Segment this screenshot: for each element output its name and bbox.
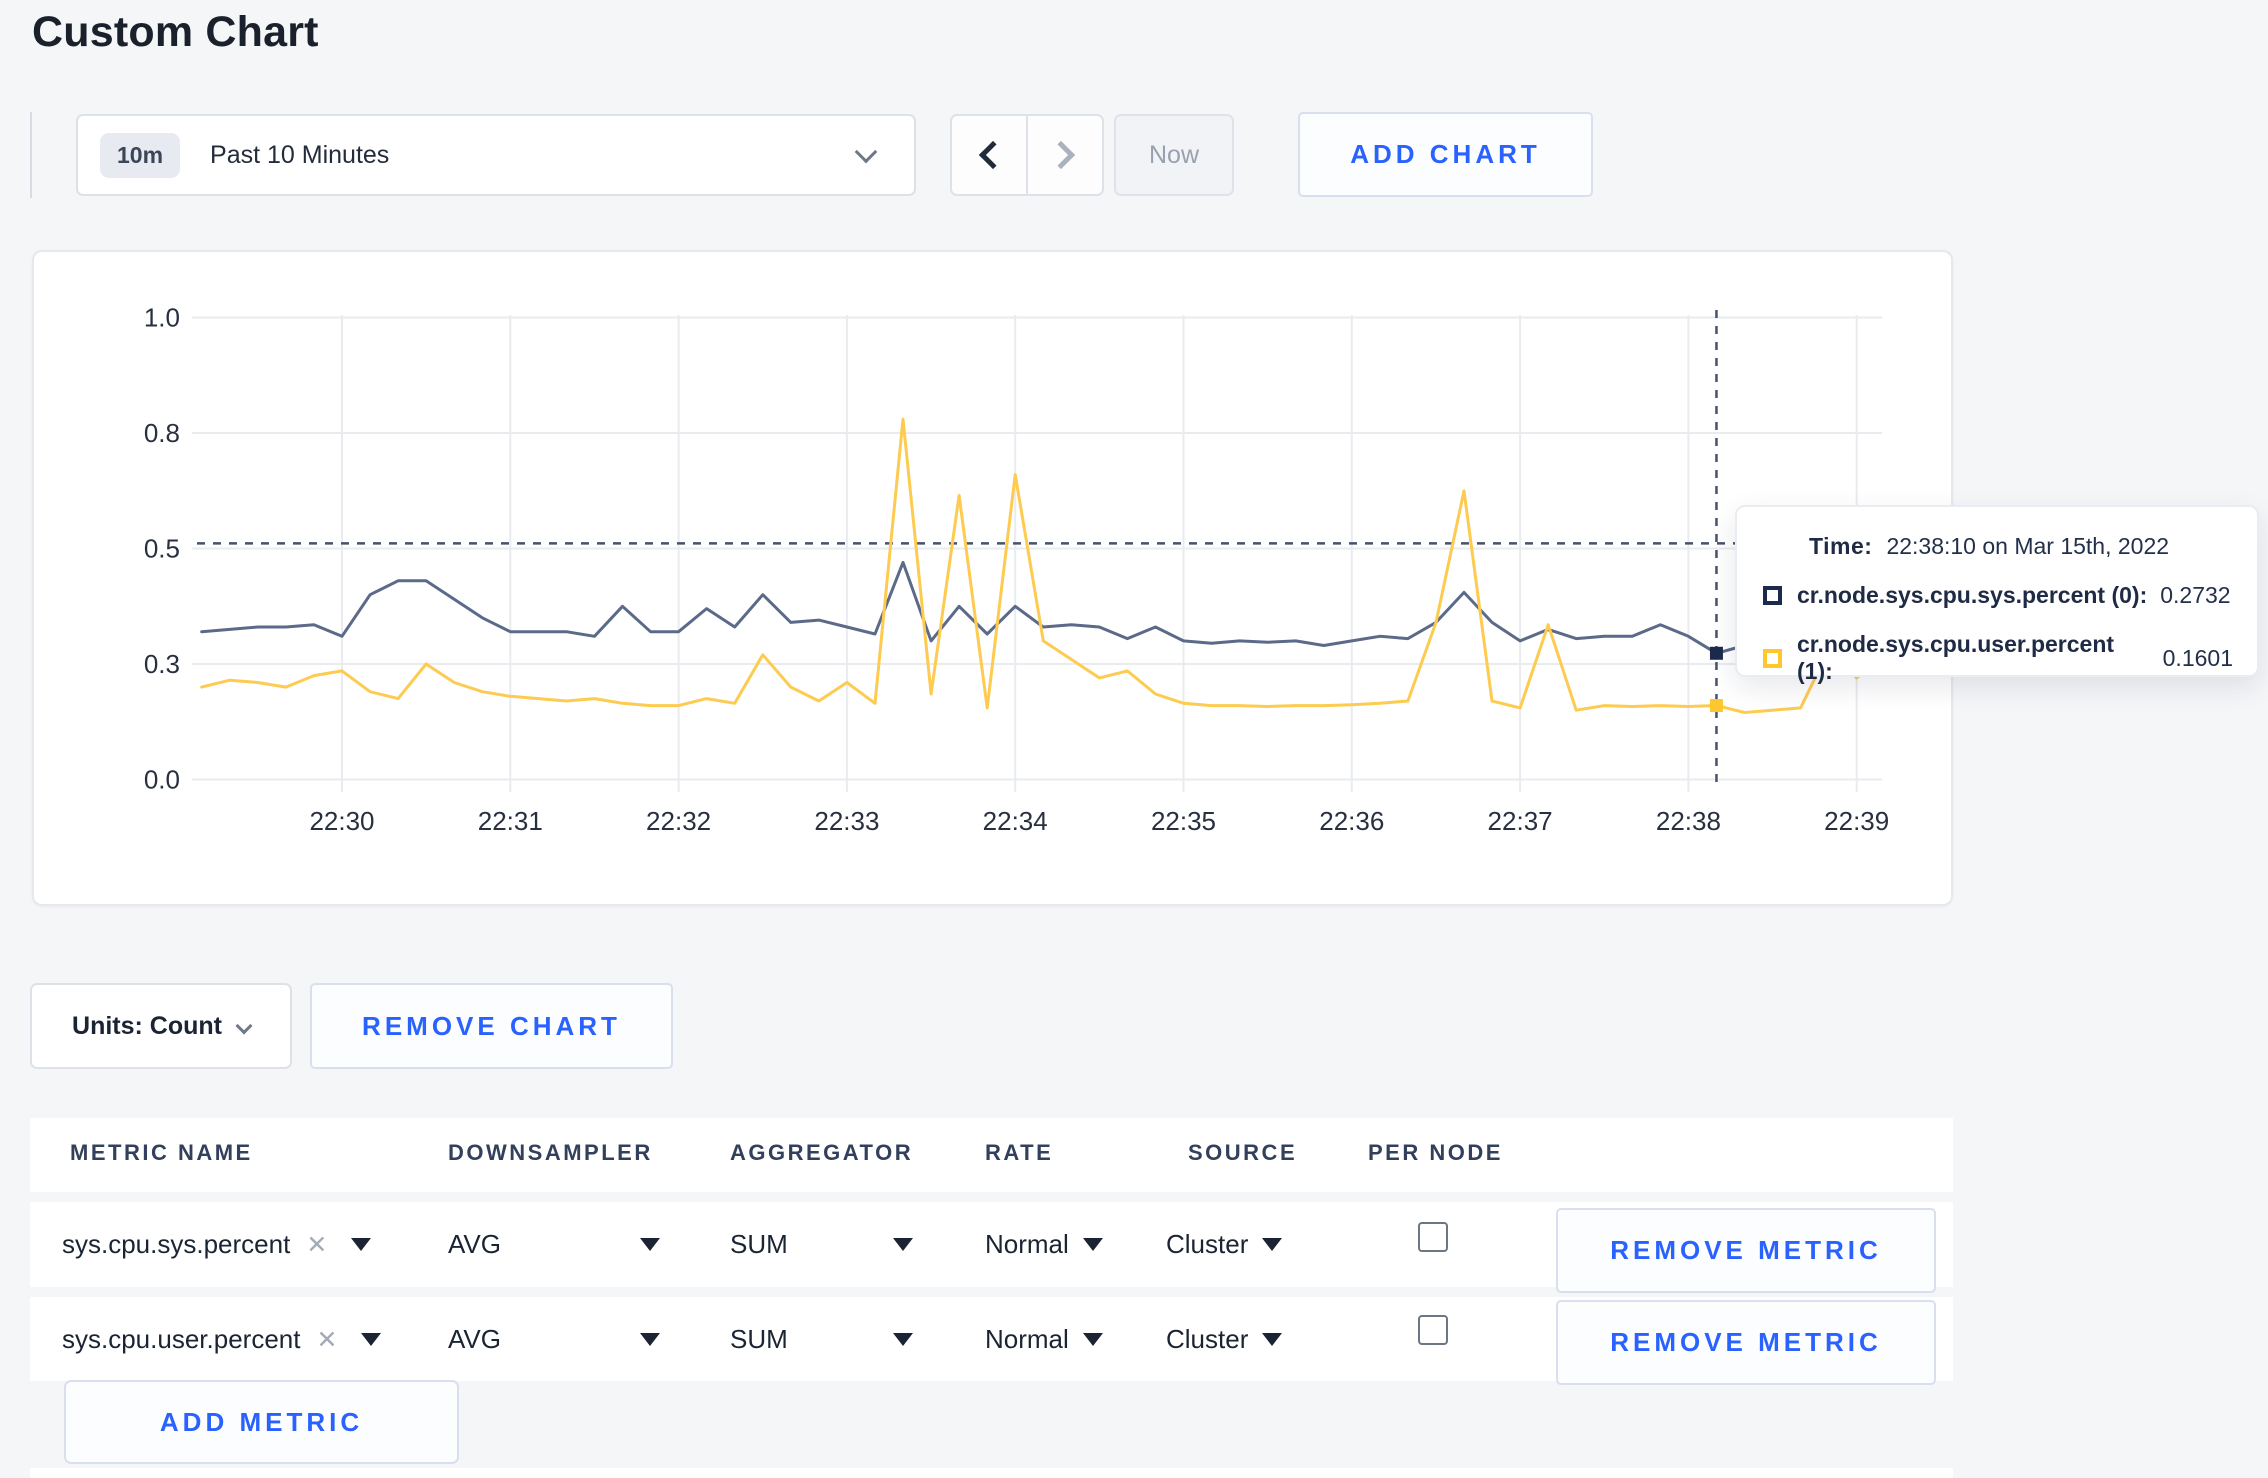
aggregator-value: SUM — [730, 1324, 788, 1354]
next-time-button[interactable] — [1026, 116, 1102, 194]
source-select[interactable]: Cluster — [1166, 1297, 1283, 1382]
source-value: Cluster — [1166, 1324, 1249, 1354]
source-value: Cluster — [1166, 1229, 1249, 1259]
metric-name-value: sys.cpu.user.percent — [62, 1324, 301, 1354]
rate-value: Normal — [985, 1229, 1069, 1259]
clear-metric-icon[interactable]: ✕ — [316, 1325, 337, 1355]
svg-text:0.8: 0.8 — [144, 418, 180, 448]
dropdown-arrow-icon — [1082, 1333, 1103, 1346]
chevron-down-icon — [854, 140, 878, 164]
remove-chart-button[interactable]: REMOVE CHART — [310, 983, 673, 1069]
dropdown-arrow-icon — [893, 1238, 913, 1251]
metric-name-value: sys.cpu.sys.percent — [62, 1229, 291, 1259]
tooltip-series-value: 0.1601 — [2162, 644, 2233, 671]
header-aggregator: AGGREGATOR — [730, 1140, 914, 1165]
sys-percent-swatch-icon — [1763, 586, 1782, 605]
rate-value: Normal — [985, 1324, 1069, 1354]
tooltip-series-value: 0.2732 — [2160, 582, 2231, 608]
chart-tooltip: Time: 22:38:10 on Mar 15th, 2022 cr.node… — [1735, 505, 2259, 684]
svg-text:22:36: 22:36 — [1319, 806, 1384, 836]
downsampler-value: AVG — [448, 1229, 501, 1259]
user-percent-swatch-icon — [1763, 648, 1782, 668]
tooltip-series-label: cr.node.sys.cpu.sys.percent (0): — [1797, 582, 2148, 608]
clear-metric-icon[interactable]: ✕ — [306, 1230, 327, 1260]
per-node-checkbox[interactable] — [1418, 1315, 1448, 1345]
page-title: Custom Chart — [32, 8, 319, 56]
dropdown-arrow-icon[interactable] — [351, 1238, 372, 1251]
metrics-line-chart[interactable]: 0.0 0.3 0.5 0.8 1.0 22:30 22:31 22:32 22:33 22:34… — [34, 252, 1951, 904]
per-node-checkbox[interactable] — [1418, 1222, 1448, 1252]
svg-text:22:37: 22:37 — [1488, 806, 1553, 836]
aggregator-select[interactable]: SUM — [730, 1297, 913, 1382]
svg-text:0.5: 0.5 — [144, 534, 180, 564]
downsampler-select[interactable]: AVG — [448, 1202, 660, 1287]
time-nav-group — [950, 114, 1104, 196]
remove-metric-button[interactable]: REMOVE METRIC — [1556, 1208, 1936, 1293]
chevron-left-icon — [978, 140, 1008, 170]
svg-text:1.0: 1.0 — [144, 303, 180, 333]
bottom-panel-edge — [30, 1468, 1953, 1478]
tooltip-series-row: cr.node.sys.cpu.user.percent (1): 0.1601 — [1763, 631, 2233, 685]
chevron-down-icon — [235, 1017, 253, 1035]
dropdown-arrow-icon — [893, 1333, 913, 1346]
header-downsampler: DOWNSAMPLER — [448, 1140, 653, 1165]
remove-metric-button[interactable]: REMOVE METRIC — [1556, 1300, 1936, 1385]
svg-text:0.3: 0.3 — [144, 649, 180, 679]
add-metric-button[interactable]: ADD METRIC — [64, 1380, 459, 1464]
svg-text:22:34: 22:34 — [983, 806, 1048, 836]
tooltip-series-label: cr.node.sys.cpu.user.percent (1): — [1797, 631, 2115, 684]
rate-select[interactable]: Normal — [985, 1202, 1103, 1287]
metric-name-select[interactable]: sys.cpu.user.percent ✕ — [62, 1297, 382, 1382]
dropdown-arrow-icon — [640, 1333, 660, 1346]
dropdown-arrow-icon — [1082, 1238, 1103, 1251]
svg-text:22:39: 22:39 — [1824, 806, 1889, 836]
svg-text:22:30: 22:30 — [309, 806, 374, 836]
svg-text:22:32: 22:32 — [646, 806, 711, 836]
tooltip-time-value: 22:38:10 on Mar 15th, 2022 — [1886, 533, 2170, 559]
header-per-node: PER NODE — [1368, 1140, 1503, 1165]
svg-text:22:35: 22:35 — [1151, 806, 1216, 836]
dropdown-arrow-icon — [1262, 1238, 1283, 1251]
aggregator-value: SUM — [730, 1229, 788, 1259]
chart-card: 0.0 0.3 0.5 0.8 1.0 22:30 22:31 22:32 22:33 22:34… — [32, 250, 1953, 906]
svg-text:22:31: 22:31 — [478, 806, 543, 836]
source-select[interactable]: Cluster — [1166, 1202, 1283, 1287]
downsampler-select[interactable]: AVG — [448, 1297, 660, 1382]
time-window-selector[interactable]: 10m Past 10 Minutes — [76, 114, 916, 196]
add-chart-button[interactable]: ADD CHART — [1298, 112, 1593, 197]
tooltip-series-row: cr.node.sys.cpu.sys.percent (0): 0.2732 — [1763, 582, 2233, 609]
svg-text:22:38: 22:38 — [1656, 806, 1721, 836]
svg-text:22:33: 22:33 — [814, 806, 879, 836]
tooltip-time-label: Time: — [1809, 533, 1873, 559]
now-button[interactable]: Now — [1114, 114, 1234, 196]
tooltip-time-row: Time: 22:38:10 on Mar 15th, 2022 — [1763, 533, 2233, 560]
dropdown-arrow-icon — [640, 1238, 660, 1251]
chevron-right-icon — [1046, 140, 1076, 170]
dropdown-arrow-icon — [1262, 1333, 1283, 1346]
time-window-badge: 10m — [100, 132, 181, 178]
header-metric-name: METRIC NAME — [70, 1140, 253, 1165]
header-source: SOURCE — [1188, 1140, 1298, 1165]
header-rate: RATE — [985, 1140, 1054, 1165]
downsampler-value: AVG — [448, 1324, 501, 1354]
rate-select[interactable]: Normal — [985, 1297, 1103, 1382]
time-window-label: Past 10 Minutes — [210, 140, 390, 169]
controls-left-divider — [30, 112, 32, 198]
aggregator-select[interactable]: SUM — [730, 1202, 913, 1287]
svg-text:0.0: 0.0 — [144, 765, 180, 795]
units-selector[interactable]: Units: Count — [30, 983, 292, 1069]
prev-time-button[interactable] — [952, 116, 1026, 194]
units-label: Units: Count — [72, 1011, 222, 1040]
dropdown-arrow-icon[interactable] — [361, 1333, 382, 1346]
metric-name-select[interactable]: sys.cpu.sys.percent ✕ — [62, 1202, 372, 1287]
